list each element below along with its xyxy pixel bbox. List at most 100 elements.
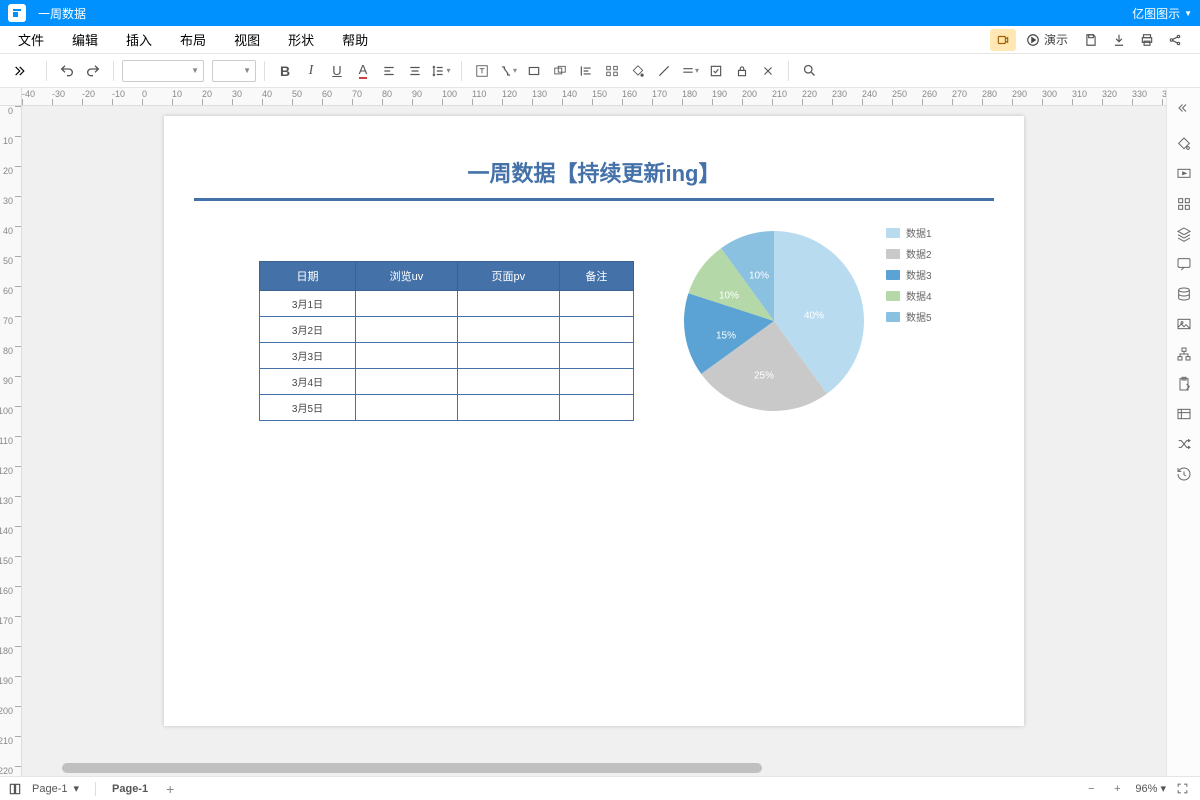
pie-label-3: 15% (716, 331, 736, 342)
comment-icon[interactable] (1170, 250, 1198, 278)
chart-legend: 数据1 数据2 数据3 数据4 数据5 (886, 221, 932, 324)
page[interactable]: 一周数据【持续更新ing】 日期 浏览uv 页面pv 备注 3月1日3月2日3月… (164, 116, 1024, 726)
title-bar: 一周数据 亿图图示 ▼ (0, 0, 1200, 26)
workspace: -40-30-20-100102030405060708090100110120… (0, 88, 1200, 776)
menu-layout[interactable]: 布局 (166, 26, 220, 53)
table-row[interactable]: 3月3日 (260, 343, 634, 369)
play-panel-icon[interactable] (1170, 160, 1198, 188)
add-page-button[interactable]: + (158, 781, 182, 797)
th-uv: 浏览uv (355, 262, 457, 291)
theme-icon[interactable] (1170, 130, 1198, 158)
data-table[interactable]: 日期 浏览uv 页面pv 备注 3月1日3月2日3月3日3月4日3月5日 (259, 261, 634, 421)
canvas[interactable]: 一周数据【持续更新ing】 日期 浏览uv 页面pv 备注 3月1日3月2日3月… (22, 106, 1166, 760)
horizontal-scrollbar[interactable] (22, 760, 1166, 776)
pages-list-icon[interactable] (8, 782, 22, 796)
line-style-button[interactable]: ▾ (678, 59, 702, 83)
menu-file[interactable]: 文件 (4, 26, 58, 53)
ruler-vertical: 0102030405060708090100110120130140150160… (0, 106, 22, 776)
tools-button[interactable] (756, 59, 780, 83)
present-button[interactable]: 演示 (1018, 29, 1076, 51)
clipboard-icon[interactable] (1170, 370, 1198, 398)
font-family-select[interactable]: ▼ (122, 60, 204, 82)
ruler-corner (0, 88, 22, 106)
page-tab-select[interactable]: Page-1▾ (22, 782, 89, 795)
distribute-tool[interactable] (600, 59, 624, 83)
redo-button[interactable] (81, 59, 105, 83)
legend-item: 数据1 (886, 225, 932, 240)
list-icon[interactable] (1170, 400, 1198, 428)
pie-label-1: 40% (804, 311, 824, 322)
toolbar: ▼ ▼ B I U A ▾ ▾ ▾ (0, 54, 1200, 88)
th-date: 日期 (260, 262, 356, 291)
table-row[interactable]: 3月2日 (260, 317, 634, 343)
zoom-level[interactable]: 96% ▾ (1135, 782, 1166, 795)
pie-chart[interactable]: 40% 25% 15% 10% 10% (674, 221, 874, 421)
connector-tool[interactable]: ▾ (496, 59, 520, 83)
database-icon[interactable] (1170, 280, 1198, 308)
ruler-horizontal: -40-30-20-100102030405060708090100110120… (22, 88, 1166, 106)
current-page-name[interactable]: Page-1 (102, 783, 158, 795)
menu-help[interactable]: 帮助 (328, 26, 382, 53)
legend-item: 数据3 (886, 267, 932, 282)
align-v-button[interactable] (403, 59, 427, 83)
table-row[interactable]: 3月4日 (260, 369, 634, 395)
font-size-select[interactable]: ▼ (212, 60, 256, 82)
legend-item: 数据5 (886, 309, 932, 324)
brand-menu[interactable]: 亿图图示 ▼ (1132, 5, 1192, 22)
menu-insert[interactable]: 插入 (112, 26, 166, 53)
font-color-button[interactable]: A (351, 59, 375, 83)
underline-button[interactable]: U (325, 59, 349, 83)
align-h-button[interactable] (377, 59, 401, 83)
export-button[interactable] (1106, 29, 1132, 51)
title-underline (194, 198, 994, 201)
pie-label-5: 10% (749, 271, 769, 282)
page-title: 一周数据【持续更新ing】 (194, 156, 994, 188)
line-spacing-button[interactable]: ▾ (429, 59, 453, 83)
chevron-down-icon: ▼ (1184, 9, 1192, 18)
status-bar: Page-1▾ Page-1 + − + 96% ▾ (0, 776, 1200, 800)
document-title: 一周数据 (38, 5, 86, 22)
undo-button[interactable] (55, 59, 79, 83)
fill-button[interactable] (626, 59, 650, 83)
menu-edit[interactable]: 编辑 (58, 26, 112, 53)
play-icon (1026, 33, 1040, 47)
zoom-in-button[interactable]: + (1109, 783, 1125, 795)
grid-icon[interactable] (1170, 190, 1198, 218)
app-logo-icon (8, 4, 26, 22)
rect-tool[interactable] (522, 59, 546, 83)
history-icon[interactable] (1170, 460, 1198, 488)
pie-label-2: 25% (754, 371, 774, 382)
align-left-tool[interactable] (574, 59, 598, 83)
legend-item: 数据2 (886, 246, 932, 261)
image-icon[interactable] (1170, 310, 1198, 338)
fullscreen-button[interactable] (1176, 782, 1192, 795)
legend-item: 数据4 (886, 288, 932, 303)
panel-collapse[interactable] (1170, 94, 1198, 122)
search-button[interactable] (797, 59, 821, 83)
menu-view[interactable]: 视图 (220, 26, 274, 53)
layers-icon[interactable] (1170, 220, 1198, 248)
double-rect-tool[interactable] (548, 59, 572, 83)
share-button[interactable] (1162, 29, 1188, 51)
pie-label-4: 10% (719, 291, 739, 302)
italic-button[interactable]: I (299, 59, 323, 83)
sidebar-toggle[interactable] (6, 59, 30, 83)
shuffle-icon[interactable] (1170, 430, 1198, 458)
menu-bar: 文件 编辑 插入 布局 视图 形状 帮助 演示 (0, 26, 1200, 54)
line-color-button[interactable] (652, 59, 676, 83)
right-panel (1166, 88, 1200, 776)
th-pv: 页面pv (457, 262, 559, 291)
org-icon[interactable] (1170, 340, 1198, 368)
zoom-out-button[interactable]: − (1083, 783, 1099, 795)
checkbox-tool[interactable] (704, 59, 728, 83)
th-note: 备注 (559, 262, 633, 291)
print-button[interactable] (1134, 29, 1160, 51)
bold-button[interactable]: B (273, 59, 297, 83)
save-button[interactable] (1078, 29, 1104, 51)
record-button[interactable] (990, 29, 1016, 51)
table-row[interactable]: 3月5日 (260, 395, 634, 421)
menu-shape[interactable]: 形状 (274, 26, 328, 53)
text-tool[interactable] (470, 59, 494, 83)
lock-button[interactable] (730, 59, 754, 83)
table-row[interactable]: 3月1日 (260, 291, 634, 317)
